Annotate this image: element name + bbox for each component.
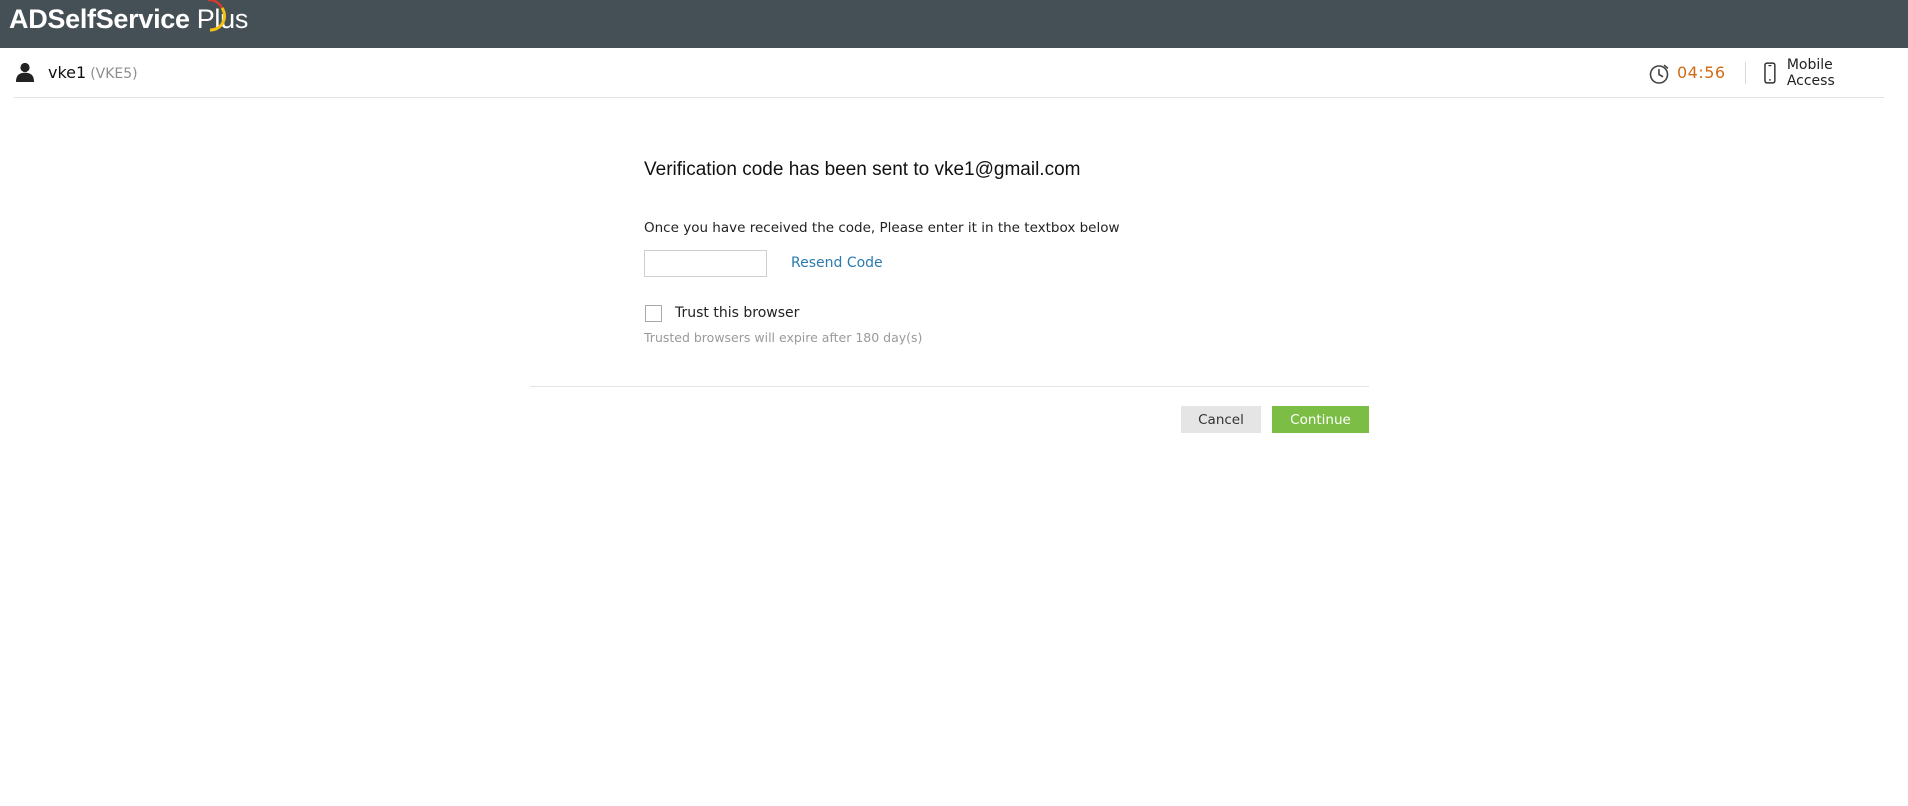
user-icon [16, 62, 34, 82]
user-id: (VKE5) [90, 66, 138, 82]
mobile-access-link[interactable]: Mobile Access [1762, 57, 1884, 89]
continue-button[interactable]: Continue [1272, 406, 1369, 433]
user-display-name: vke1 (VKE5) [48, 63, 138, 82]
trust-browser-hint: Trusted browsers will expire after 180 d… [644, 330, 923, 345]
session-timer: 04:56 [1677, 63, 1726, 82]
brand-arc-icon [208, 0, 226, 32]
mobile-phone-icon [1764, 62, 1776, 84]
resend-code-link[interactable]: Resend Code [791, 255, 883, 271]
mobile-access-label: Mobile Access [1786, 57, 1835, 89]
trust-browser-label[interactable]: Trust this browser [675, 305, 799, 321]
top-header-bar: ADSelfService Plus [0, 0, 1908, 48]
form-divider [530, 386, 1369, 387]
header-divider [1745, 62, 1746, 84]
clock-icon [1649, 64, 1669, 84]
brand-name-bold: ADSelfService [9, 4, 190, 34]
user-info-bar: vke1 (VKE5) 04:56 Mobile Access [14, 48, 1884, 98]
instruction-text: Once you have received the code, Please … [644, 220, 1120, 236]
page-title: Verification code has been sent to vke1@… [644, 159, 1081, 180]
trust-browser-checkbox[interactable] [645, 305, 662, 322]
cancel-button[interactable]: Cancel [1181, 406, 1261, 433]
verification-code-input[interactable] [644, 250, 767, 277]
username: vke1 [48, 63, 87, 82]
